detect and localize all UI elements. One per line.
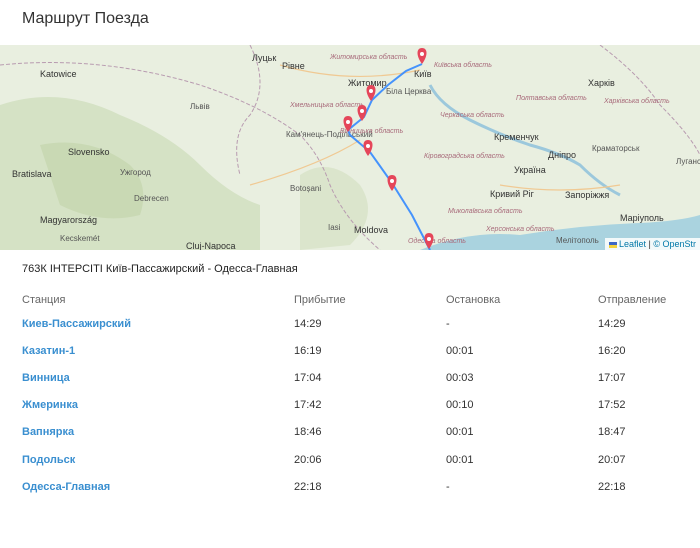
table-row: Винница 17:04 00:03 17:07 <box>22 364 698 391</box>
arrival-time: 16:19 <box>294 344 322 357</box>
map-label: Луцьк <box>252 53 276 63</box>
map-label: Житомир <box>348 78 387 88</box>
arrival-time: 17:04 <box>294 371 322 384</box>
map-label: Маріуполь <box>620 213 664 223</box>
schedule-table: Станция Прибытие Остановка Отправление К… <box>22 290 698 500</box>
map-region-label: Харківська область <box>603 97 670 105</box>
map-label: Kecskemét <box>60 234 100 243</box>
station-link[interactable]: Подольск <box>22 446 294 473</box>
table-row: Киев-Пассажирский 14:29 - 14:29 <box>22 310 698 337</box>
header-arrival: Прибытие <box>294 294 346 306</box>
arrival-time: 20:06 <box>294 453 322 466</box>
route-map[interactable]: Katowice Житомир Київ Луцьк Рівне Харків… <box>0 45 700 250</box>
map-label: Дніпро <box>548 150 576 160</box>
stop-duration: 00:01 <box>446 344 474 357</box>
map-label: Харків <box>588 78 615 88</box>
map-label: Київ <box>414 69 432 79</box>
map-label: Львів <box>190 102 210 111</box>
station-link[interactable]: Одесса-Главная <box>22 473 294 500</box>
stop-duration: 00:10 <box>446 399 474 412</box>
map-label: Мелітополь <box>556 236 599 245</box>
map-region-label: Черкаська область <box>440 111 505 119</box>
departure-time: 20:07 <box>598 453 626 466</box>
stop-duration: 00:01 <box>446 453 474 466</box>
map-label: Краматорськ <box>592 144 640 153</box>
leaflet-link[interactable]: Leaflet <box>619 239 646 249</box>
map-region-label: Одеська область <box>408 237 466 245</box>
page-title: Маршрут Поезда <box>22 10 149 27</box>
map-label: Біла Церква <box>386 87 432 96</box>
map-label: Katowice <box>40 69 77 79</box>
header-station: Станция <box>22 294 66 306</box>
departure-time: 22:18 <box>598 480 626 493</box>
departure-time: 16:20 <box>598 344 626 357</box>
map-label: Cluj-Napoca <box>186 241 236 250</box>
departure-time: 17:52 <box>598 399 626 412</box>
stop-duration: 00:03 <box>446 371 474 384</box>
map-region-label: Житомирська область <box>329 53 408 61</box>
table-row: Жмеринка 17:42 00:10 17:52 <box>22 392 698 419</box>
osm-link[interactable]: © OpenStr <box>653 239 696 249</box>
stop-duration: - <box>446 317 450 330</box>
route-name: 763К ІНТЕРСІТІ Київ-Пассажирский - Одесс… <box>22 263 298 275</box>
map-label: Запоріжжя <box>565 190 609 200</box>
map-region-label: Київська область <box>434 61 492 69</box>
map-label: Bratislava <box>12 169 52 179</box>
stop-duration: 00:01 <box>446 426 474 439</box>
map-label: Україна <box>514 165 546 175</box>
map-region-label: Кіровоградська область <box>424 152 505 160</box>
ukraine-flag-icon <box>608 241 617 248</box>
map-label: Кривий Ріг <box>490 189 535 199</box>
map-region-label: Хмельницька область <box>289 101 364 109</box>
map-label: Debrecen <box>134 194 169 203</box>
map-label: Рівне <box>282 61 305 71</box>
arrival-time: 17:42 <box>294 399 322 412</box>
map-label: Magyarország <box>40 215 97 225</box>
table-row: Казатин-1 16:19 00:01 16:20 <box>22 337 698 364</box>
map-label: Iasi <box>328 223 341 232</box>
map-label: Moldova <box>354 225 388 235</box>
table-row: Одесса-Главная 22:18 - 22:18 <box>22 473 698 500</box>
table-header-row: Станция Прибытие Остановка Отправление <box>22 290 698 310</box>
station-link[interactable]: Вапнярка <box>22 419 294 446</box>
map-label: Slovensko <box>68 147 110 157</box>
header-departure: Отправление <box>598 294 667 306</box>
map-region-label: Полтавська область <box>516 94 587 102</box>
map-label: Луганськ <box>676 157 700 166</box>
header-stop: Остановка <box>446 294 501 306</box>
map-attribution: Leaflet | © OpenStr <box>604 238 700 250</box>
arrival-time: 18:46 <box>294 426 322 439</box>
map-label: Ужгород <box>120 168 151 177</box>
map-canvas[interactable]: Katowice Житомир Київ Луцьк Рівне Харків… <box>0 45 700 250</box>
station-link[interactable]: Винница <box>22 364 294 391</box>
map-region-label: Херсонська область <box>485 225 555 233</box>
table-row: Подольск 20:06 00:01 20:07 <box>22 446 698 473</box>
departure-time: 14:29 <box>598 317 626 330</box>
arrival-time: 14:29 <box>294 317 322 330</box>
station-link[interactable]: Жмеринка <box>22 392 294 419</box>
arrival-time: 22:18 <box>294 480 322 493</box>
table-row: Вапнярка 18:46 00:01 18:47 <box>22 419 698 446</box>
departure-time: 18:47 <box>598 426 626 439</box>
map-label: Botoșani <box>290 184 321 193</box>
station-link[interactable]: Казатин-1 <box>22 337 294 364</box>
departure-time: 17:07 <box>598 371 626 384</box>
map-region-label: Миколаївська область <box>448 207 523 215</box>
station-link[interactable]: Киев-Пассажирский <box>22 310 294 337</box>
map-label: Кременчук <box>494 132 539 142</box>
stop-duration: - <box>446 480 450 493</box>
